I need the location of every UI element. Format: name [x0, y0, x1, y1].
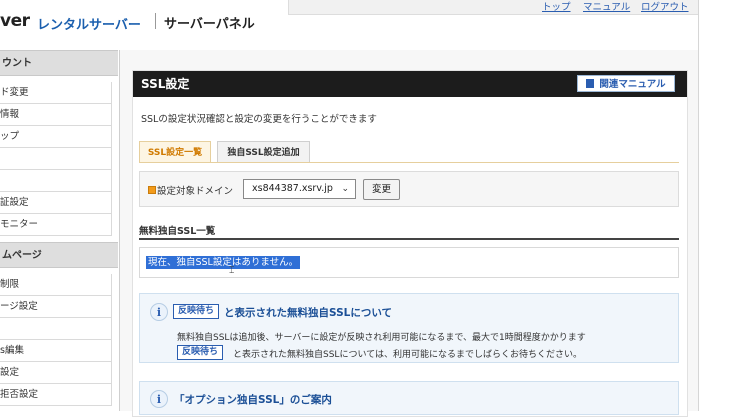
- option-ssl-info-box: i 「オプション独自SSL」のご案内: [139, 381, 679, 415]
- page-title: SSL設定 関連マニュアル: [133, 71, 687, 97]
- ssl-panel: SSL設定 関連マニュアル SSLの設定状況確認と設定の変更を行うことができます…: [132, 70, 688, 417]
- page-title-text: SSL設定: [141, 77, 190, 91]
- pending-info-box: i 反映待ち と表示された無料独自SSLについて 無料独自SSLは追加後、サーバ…: [139, 293, 679, 363]
- related-manual-label: 関連マニュアル: [599, 79, 666, 90]
- section-divider: [139, 238, 679, 240]
- info-icon: i: [150, 390, 168, 408]
- ssl-list-box: 現在、独自SSL設定はありません。 ⌶: [139, 247, 679, 278]
- top-links-bar: トップ マニュアル ログアウト: [288, 0, 699, 15]
- related-manual-button[interactable]: 関連マニュアル: [577, 75, 675, 92]
- sidebar-section-account[interactable]: ウント: [0, 50, 118, 76]
- top-link-logout[interactable]: ログアウト: [641, 0, 689, 13]
- bullet-icon: [148, 186, 156, 194]
- sidebar-item[interactable]: [0, 170, 112, 192]
- tab-underline: [139, 162, 679, 163]
- page-description: SSLの設定状況確認と設定の変更を行うことができます: [141, 114, 377, 125]
- top-link-home[interactable]: トップ: [542, 0, 571, 13]
- sidebar-item[interactable]: ップ: [0, 126, 112, 148]
- tab-ssl-list[interactable]: SSL設定一覧: [139, 141, 211, 163]
- sidebar-item[interactable]: 制限: [0, 274, 112, 296]
- domain-select-value: xs844387.xsrv.jp: [252, 183, 333, 194]
- sidebar-item[interactable]: [0, 148, 112, 170]
- domain-select[interactable]: xs844387.xsrv.jp ⌄: [243, 179, 356, 199]
- info-icon: i: [150, 303, 168, 321]
- pending-badge: 反映待ち: [173, 304, 220, 319]
- option-ssl-title: 「オプション独自SSL」のご案内: [174, 394, 332, 406]
- top-link-manual[interactable]: マニュアル: [583, 0, 630, 13]
- sidebar-item[interactable]: 設定: [0, 362, 112, 384]
- text-cursor-icon: ⌶: [229, 266, 235, 276]
- sidebar-item[interactable]: s編集: [0, 340, 112, 362]
- pending-info-line2: と表示された無料独自SSLについては、利用可能になるまでしばらくお待ちください。: [233, 350, 582, 360]
- sidebar-section-homepage[interactable]: ムページ: [0, 242, 118, 268]
- right-gutter: [698, 0, 730, 411]
- panel-name: サーバーパネル: [164, 17, 255, 32]
- empty-message: 現在、独自SSL設定はありません。: [146, 256, 301, 269]
- logo-divider: [155, 13, 156, 29]
- sidebar: ウント ド変更 情報 ップ 証設定 モニター ムページ 制限 ージ設定 s編集 …: [0, 50, 120, 411]
- sidebar-item[interactable]: モニター: [0, 214, 112, 236]
- sidebar-item[interactable]: 証設定: [0, 192, 112, 214]
- sidebar-item[interactable]: ージ設定: [0, 296, 112, 318]
- sidebar-item[interactable]: 拒否設定: [0, 384, 112, 406]
- sidebar-item[interactable]: 情報: [0, 104, 112, 126]
- main-content: SSL設定 関連マニュアル SSLの設定状況確認と設定の変更を行うことができます…: [120, 50, 698, 417]
- top-header: ver レンタルサーバー サーバーパネル トップ マニュアル ログアウト: [0, 0, 730, 50]
- sidebar-item[interactable]: [0, 318, 112, 340]
- logo-subtitle: レンタルサーバー: [37, 18, 141, 33]
- chevron-down-icon: ⌄: [341, 184, 349, 194]
- logo[interactable]: ver: [0, 11, 30, 31]
- change-button[interactable]: 変更: [363, 179, 400, 200]
- book-icon: [586, 79, 595, 88]
- pending-info-title: と表示された無料独自SSLについて: [224, 307, 393, 319]
- sidebar-item[interactable]: ド変更: [0, 82, 112, 104]
- tab-add-ssl[interactable]: 独自SSL設定追加: [217, 141, 310, 163]
- pending-info-line1: 無料独自SSLは追加後、サーバーに設定が反映され利用可能になるまで、最大で1時間…: [177, 333, 586, 343]
- ssl-list-title: 無料独自SSL一覧: [139, 226, 216, 237]
- domain-selector-row: 設定対象ドメイン xs844387.xsrv.jp ⌄ 変更: [139, 171, 679, 207]
- domain-label: 設定対象ドメイン: [157, 186, 234, 197]
- pending-badge-inline: 反映待ち: [177, 345, 224, 360]
